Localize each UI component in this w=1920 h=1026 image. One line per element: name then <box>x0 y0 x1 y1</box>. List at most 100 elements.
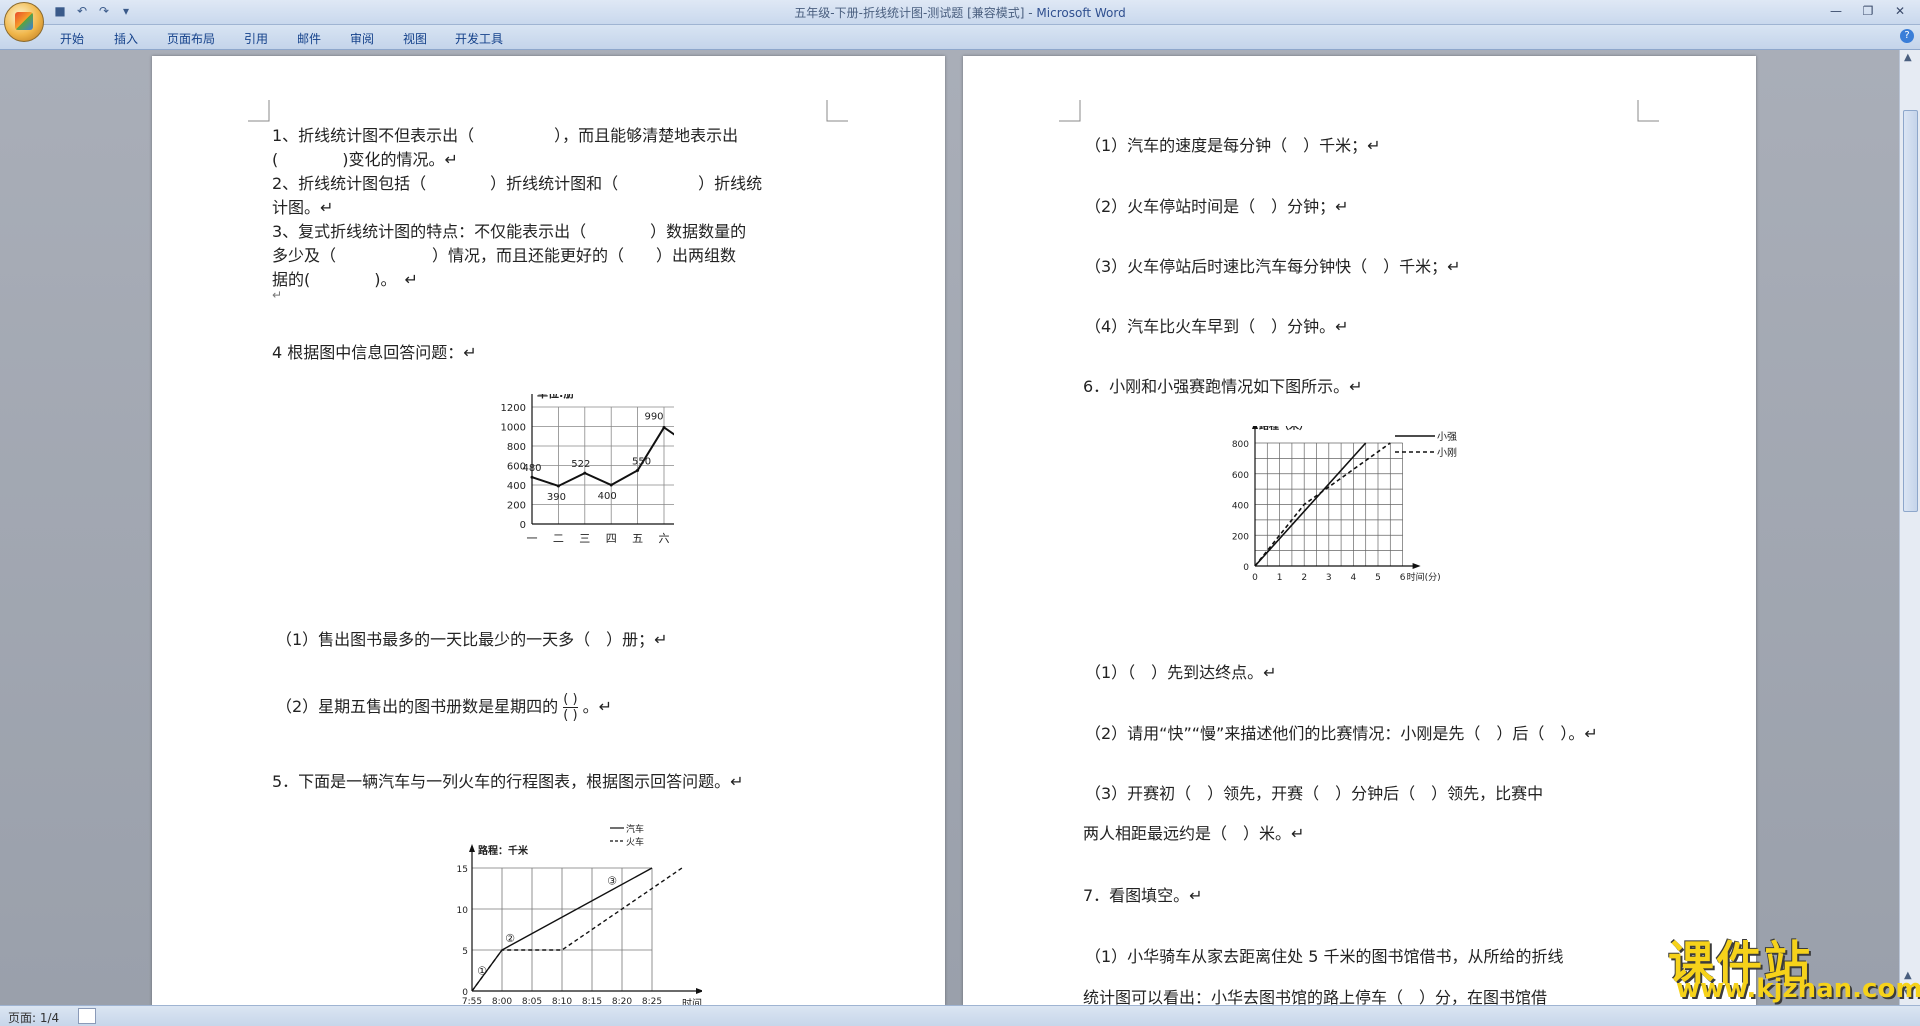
restore-icon[interactable]: ❐ <box>1854 2 1882 20</box>
tab-mailings[interactable]: 邮件 <box>297 30 321 47</box>
x-tick-label: 五 <box>632 532 643 545</box>
watermark-url: www.kjzhan.com <box>1676 974 1920 1004</box>
legend-label: 汽车 <box>626 823 644 835</box>
y-tick-label: 200 <box>1232 532 1249 542</box>
question-2[interactable]: 2、折线统计图包括（ ）折线统计图和（ ）折线统 <box>272 170 762 194</box>
y-tick-label: 400 <box>1232 502 1249 512</box>
y-tick-label: 800 <box>1232 440 1249 450</box>
y-axis-arrow <box>469 844 475 852</box>
document-page-left: 1、折线统计图不但表示出（ ），而且能够清楚地表示出 ( )变化的情况。↵ 2、… <box>152 56 945 1006</box>
y-tick-label: 200 <box>507 501 526 512</box>
data-point <box>662 425 666 429</box>
question-4-1[interactable]: （1）售出图书最多的一天比最少的一天多（ ）册；↵ <box>276 626 668 650</box>
question-2-cont[interactable]: 计图。↵ <box>272 194 333 218</box>
proofing-icon[interactable] <box>78 1008 96 1024</box>
x-tick-label: 4 <box>1351 573 1357 583</box>
x-tick-label: 二 <box>553 532 564 545</box>
annotation-label: ③ <box>607 874 617 887</box>
vertical-scrollbar[interactable]: ▲ ▲ ▼ <box>1899 50 1920 1005</box>
question-3-cont2[interactable]: 据的( )。 ↵ <box>272 266 418 290</box>
y-axis-label: 单位:册 <box>537 394 574 400</box>
x-tick-label: 2 <box>1301 573 1307 583</box>
question-6-3[interactable]: （3）开赛初（ ）领先，开赛（ ）分钟后（ ）领先，比赛中 <box>1085 780 1543 804</box>
y-tick-label: 1200 <box>501 403 526 414</box>
tab-review[interactable]: 审阅 <box>350 30 374 47</box>
y-tick-label: 10 <box>457 906 469 916</box>
x-tick-label: 一 <box>527 532 538 545</box>
question-6-2[interactable]: （2）请用“快”“慢”来描述他们的比赛情况：小刚是先（ ）后（ ）。↵ <box>1085 720 1598 744</box>
question-5-4[interactable]: （4）汽车比火车早到（ ）分钟。↵ <box>1085 313 1349 337</box>
question-5-3[interactable]: （3）火车停站后时速比汽车每分钟快（ ）千米；↵ <box>1085 253 1461 277</box>
scroll-up-icon[interactable]: ▲ <box>1904 52 1912 63</box>
y-tick-label: 600 <box>1232 471 1249 481</box>
x-tick-label: 六 <box>659 532 670 545</box>
y-axis-label: 路程（米） <box>1259 426 1309 432</box>
legend-label: 小强 <box>1437 431 1457 443</box>
question-6-1[interactable]: （1）（ ）先到达终点。↵ <box>1085 659 1277 683</box>
status-bar: 页面: 1/4 <box>0 1005 1920 1026</box>
margin-corner-mark <box>1637 100 1659 122</box>
data-label: 390 <box>547 492 566 503</box>
x-tick-label: 3 <box>1326 573 1332 583</box>
book-sales-line-chart: 020040060080010001200单位:册一二三四五六日48039052… <box>501 394 674 545</box>
help-icon[interactable]: ? <box>1900 29 1914 43</box>
document-page-right: （1）汽车的速度是每分钟（ ）千米；↵ （2）火车停站时间是（ ）分钟；↵ （3… <box>963 56 1756 1006</box>
tab-insert[interactable]: 插入 <box>114 30 138 47</box>
data-label: 400 <box>598 491 617 502</box>
page-indicator[interactable]: 页面: 1/4 <box>8 1009 59 1026</box>
margin-corner-mark <box>1059 100 1081 122</box>
question-1-cont[interactable]: ( )变化的情况。↵ <box>272 146 458 170</box>
legend-label: 小刚 <box>1437 447 1457 459</box>
tab-references[interactable]: 引用 <box>244 30 268 47</box>
legend-label: 火车 <box>626 836 644 848</box>
question-4-2-end: 。↵ <box>582 697 613 716</box>
question-4-2-text: （2）星期五售出的图书册数是星期四的 <box>276 697 559 716</box>
data-point <box>556 484 560 488</box>
office-logo-icon <box>15 12 33 30</box>
data-label: 550 <box>632 456 651 467</box>
x-tick-label: 5 <box>1375 573 1381 583</box>
x-tick-label: 三 <box>579 532 590 545</box>
question-3[interactable]: 3、复式折线统计图的特点：不仅能表示出（ ）数据数量的 <box>272 218 746 242</box>
y-tick-label: 1000 <box>501 423 526 434</box>
question-5-1[interactable]: （1）汽车的速度是每分钟（ ）千米；↵ <box>1085 132 1381 156</box>
race-line-chart: 0 200 400 600 800 路程（米） 0 1 2 3 4 5 6 时间(分) 小强小刚 <box>1232 426 1457 583</box>
ribbon-tabs: 开始 插入 页面布局 引用 邮件 审阅 视图 开发工具 ? <box>0 25 1920 50</box>
question-5[interactable]: 5．下面是一辆汽车与一列火车的行程图表，根据图示回答问题。↵ <box>272 768 744 792</box>
annotation-label: ① <box>477 965 487 978</box>
fraction-denominator: ( ) <box>563 708 578 723</box>
tab-home[interactable]: 开始 <box>60 30 84 47</box>
y-tick-label: 0 <box>1243 563 1249 573</box>
question-5-2[interactable]: （2）火车停站时间是（ ）分钟；↵ <box>1085 193 1349 217</box>
x-axis-arrow <box>1412 563 1421 569</box>
y-tick-label: 15 <box>457 865 468 875</box>
question-4[interactable]: 4 根据图中信息回答问题：↵ <box>272 339 477 363</box>
question-6-3-cont[interactable]: 两人相距最远约是（ ）米。↵ <box>1083 820 1304 844</box>
question-6[interactable]: 6．小刚和小强赛跑情况如下图所示。↵ <box>1083 373 1363 397</box>
tab-developer[interactable]: 开发工具 <box>455 30 503 47</box>
series-line <box>531 426 674 488</box>
y-tick-label: 800 <box>507 442 526 453</box>
question-4-2[interactable]: （2）星期五售出的图书册数是星期四的 ( ) ( ) 。↵ <box>276 692 612 723</box>
close-icon[interactable]: ✕ <box>1886 2 1914 20</box>
tab-view[interactable]: 视图 <box>403 30 427 47</box>
tab-page-layout[interactable]: 页面布局 <box>167 30 215 47</box>
y-axis-label: 路程：千米 <box>478 844 529 857</box>
data-label: 522 <box>571 459 590 470</box>
fraction: ( ) ( ) <box>563 692 578 723</box>
scrollbar-thumb[interactable] <box>1903 110 1918 512</box>
question-7[interactable]: 7．看图填空。↵ <box>1083 882 1203 906</box>
x-axis-arrow <box>696 988 702 994</box>
series-line-train <box>471 867 683 992</box>
question-7-1[interactable]: （1）小华骑车从家去距离住处 5 千米的图书馆借书，从所给的折线 <box>1085 943 1564 967</box>
office-button[interactable] <box>4 2 44 42</box>
y-tick-label: 0 <box>520 520 526 531</box>
question-7-1-cont[interactable]: 统计图可以看出：小华去图书馆的路上停车（ ）分，在图书馆借 <box>1083 984 1547 1006</box>
question-1[interactable]: 1、折线统计图不但表示出（ ），而且能够清楚地表示出 <box>272 122 738 146</box>
title-bar: ■ ↶ ↷ ▾ 五年级-下册-折线统计图-测试题 [兼容模式] - Micros… <box>0 0 1920 25</box>
window-controls: — ❐ ✕ <box>1822 2 1914 20</box>
minimize-icon[interactable]: — <box>1822 2 1850 20</box>
question-3-cont[interactable]: 多少及（ ）情况，而且还能更好的（ ）出两组数 <box>272 242 736 266</box>
data-label: 480 <box>522 463 541 474</box>
x-tick-label: 1 <box>1277 573 1283 583</box>
